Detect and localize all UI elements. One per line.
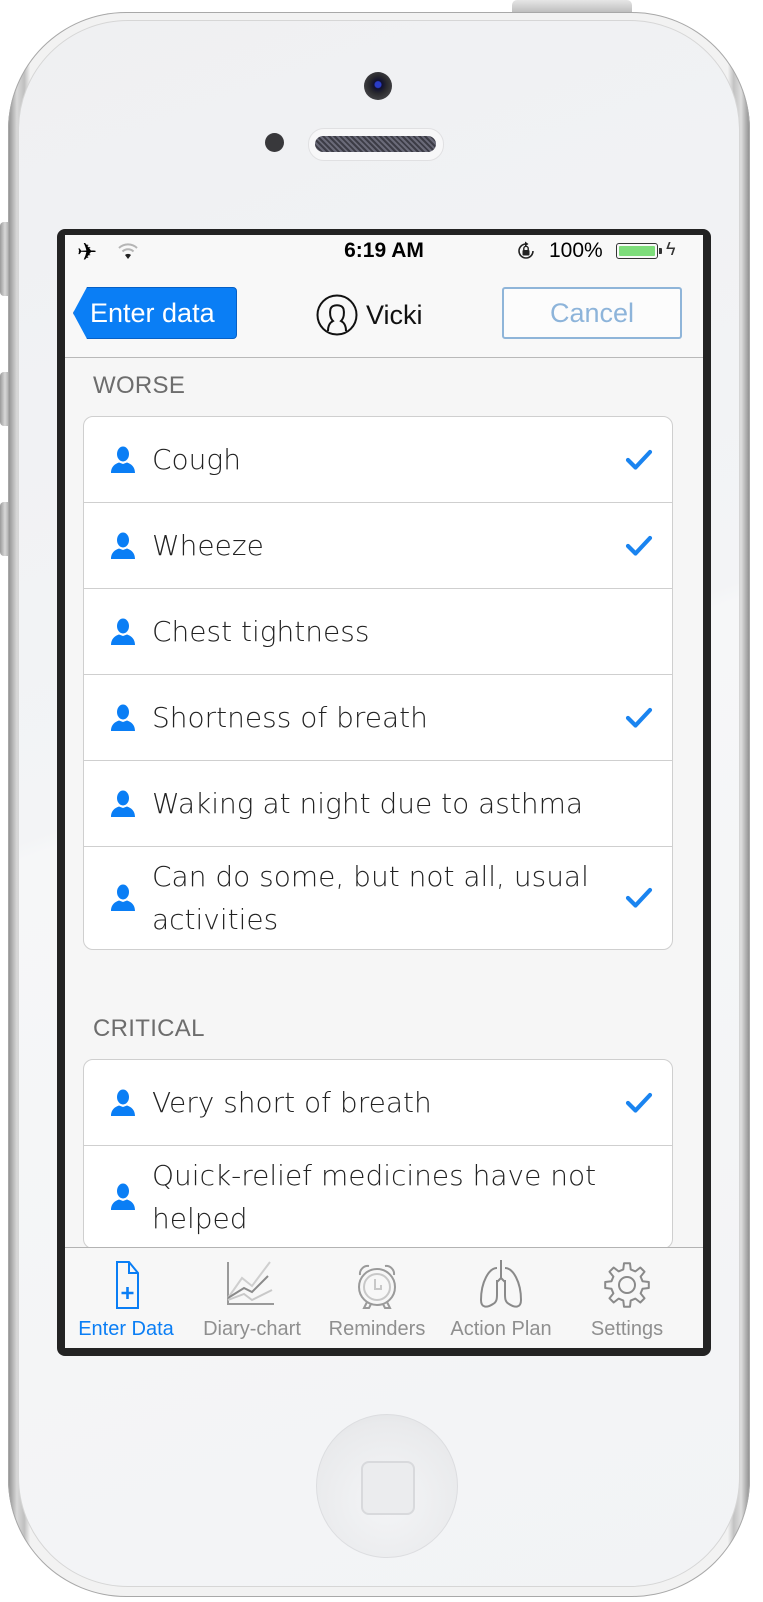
battery-fill xyxy=(619,246,655,256)
back-button[interactable]: Enter data xyxy=(73,287,237,339)
symptom-row[interactable]: Cough xyxy=(84,417,672,503)
symptom-label: Can do some, but not all, usual activiti… xyxy=(152,860,589,936)
checkmark-icon xyxy=(625,535,653,556)
tab-diary-chart[interactable]: Diary-chart xyxy=(189,1248,315,1348)
tab-label: Enter Data xyxy=(78,1318,174,1340)
user-circle-icon xyxy=(316,294,358,336)
checkmark-icon xyxy=(625,449,653,470)
lungs-icon xyxy=(479,1260,523,1308)
tab-label: Action Plan xyxy=(450,1318,552,1340)
profile-name: Vicki xyxy=(366,299,423,330)
checkmark-placeholder xyxy=(624,1182,654,1212)
person-icon xyxy=(111,446,135,473)
symptom-label: Chest tightness xyxy=(152,615,370,648)
symptom-row[interactable]: Waking at night due to asthma xyxy=(84,761,672,847)
symptom-label: Wheeze xyxy=(152,529,264,562)
symptom-list[interactable]: WORSE Cough Wheeze Chest tightness Shortnes… xyxy=(65,358,703,1247)
symptom-row[interactable]: Wheeze xyxy=(84,503,672,589)
checkmark-icon xyxy=(625,1092,653,1113)
gear-icon xyxy=(604,1262,650,1308)
person-icon xyxy=(111,1183,135,1210)
battery-icon xyxy=(616,243,658,259)
checkmark-icon xyxy=(625,707,653,728)
symptom-row[interactable]: Can do some, but not all, usual activiti… xyxy=(84,847,672,949)
checkmark-icon xyxy=(625,887,653,908)
person-icon xyxy=(111,532,135,559)
section-header-critical: CRITICAL xyxy=(93,1015,205,1042)
checkmark-placeholder xyxy=(624,789,654,819)
battery-percent: 100% xyxy=(549,239,603,262)
person-icon xyxy=(111,1089,135,1116)
person-icon xyxy=(111,790,135,817)
tab-reminders[interactable]: Reminders xyxy=(314,1248,440,1348)
bolt-icon: ϟ xyxy=(666,239,676,259)
alarm-clock-icon xyxy=(358,1264,396,1309)
person-icon xyxy=(111,618,135,645)
line-chart-icon xyxy=(227,1261,274,1305)
status-time: 6:19 AM xyxy=(344,239,424,262)
symptom-row[interactable]: Shortness of breath xyxy=(84,675,672,761)
symptom-label: Shortness of breath xyxy=(152,701,428,734)
tab-label: Diary-chart xyxy=(203,1318,301,1340)
symptom-label: Very short of breath xyxy=(152,1086,432,1119)
document-plus-icon xyxy=(116,1261,139,1309)
symptom-label: Cough xyxy=(152,443,241,476)
cancel-button[interactable]: Cancel xyxy=(502,287,682,339)
tab-label: Reminders xyxy=(328,1318,426,1340)
critical-group: Very short of breath Quick-relief medicin… xyxy=(83,1059,673,1247)
section-header-worse: WORSE xyxy=(93,372,186,399)
front-camera xyxy=(364,72,392,100)
rotation-lock-icon xyxy=(518,241,534,259)
tab-action-plan[interactable]: Action Plan xyxy=(438,1248,564,1348)
tab-label: Settings xyxy=(590,1318,664,1340)
gear-outline xyxy=(604,1262,650,1308)
worse-group: Cough Wheeze Chest tightness Shortness of b… xyxy=(83,416,673,950)
symptom-row[interactable]: Very short of breath xyxy=(84,1060,672,1146)
symptom-row[interactable]: Chest tightness xyxy=(84,589,672,675)
symptom-label: Quick-relief medicines have not helped xyxy=(152,1159,597,1235)
app-screen: ✈ 6:19 AM 100% ϟ Enter data Vicki Cancel… xyxy=(65,235,703,1348)
tab-settings[interactable]: Settings xyxy=(564,1248,690,1348)
proximity-sensor xyxy=(265,133,284,152)
tab-enter-data[interactable]: Enter Data xyxy=(65,1248,189,1348)
battery-nub xyxy=(659,248,662,254)
navigation-bar: Enter data Vicki Cancel xyxy=(65,269,703,358)
earpiece-speaker xyxy=(308,128,444,161)
symptom-row[interactable]: Quick-relief medicines have not helped xyxy=(84,1146,672,1247)
home-button[interactable] xyxy=(316,1414,458,1558)
symptom-label: Waking at night due to asthma xyxy=(152,787,584,820)
person-icon xyxy=(111,704,135,731)
person-icon xyxy=(111,884,135,911)
nav-title: Vicki xyxy=(316,293,423,337)
tab-bar: Enter Data Diary-chart Reminders Action … xyxy=(65,1247,703,1348)
status-bar: ✈ 6:19 AM 100% ϟ xyxy=(65,235,703,269)
checkmark-placeholder xyxy=(624,617,654,647)
